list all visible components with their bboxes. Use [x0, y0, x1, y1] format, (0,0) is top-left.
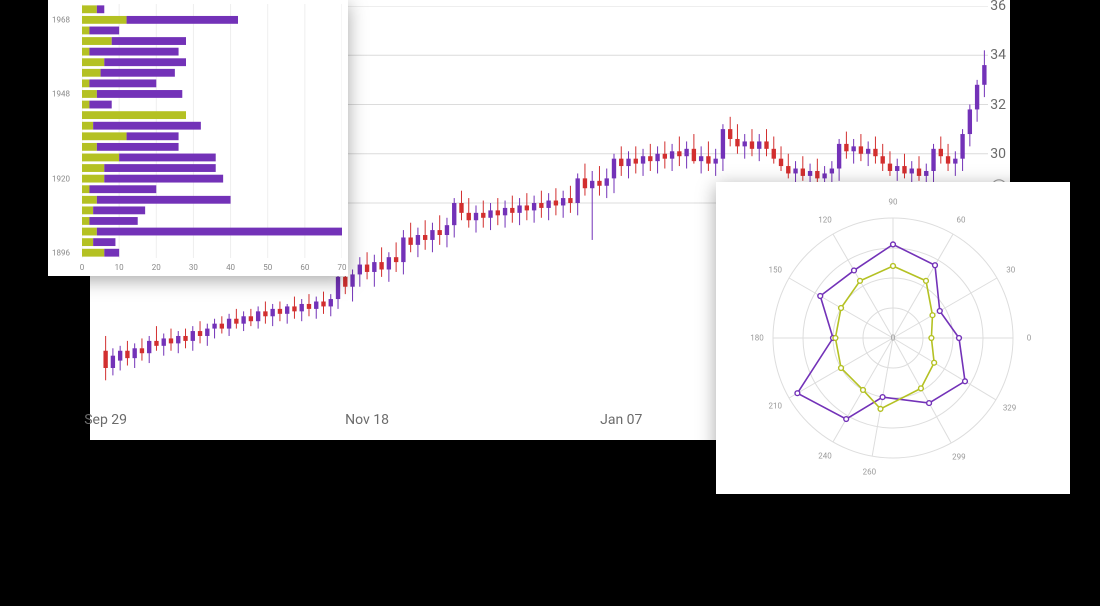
x-tick: 20 [152, 263, 161, 272]
angle-label: 30 [1006, 266, 1015, 275]
angle-label: 150 [768, 266, 782, 275]
y-tick: 1968 [52, 15, 70, 24]
x-tick: 50 [263, 263, 272, 272]
stacked-bar-plot[interactable] [82, 4, 342, 258]
x-tick: 30 [189, 263, 198, 272]
x-tick: Sep 29 [84, 412, 127, 428]
y-tick: 1896 [52, 248, 70, 257]
angle-label: 260 [863, 467, 877, 476]
angle-label: 120 [818, 216, 832, 225]
angle-label: 299 [952, 452, 966, 461]
angle-label: 60 [957, 216, 966, 225]
angle-label: 329 [1003, 404, 1017, 413]
x-tick: 10 [115, 263, 124, 272]
angle-label: 240 [818, 451, 832, 460]
y-tick: 36 [990, 0, 1006, 14]
angle-label: 0 [1027, 334, 1032, 343]
x-tick: 60 [300, 263, 309, 272]
angle-label: 210 [768, 402, 782, 411]
y-tick: 34 [990, 47, 1006, 63]
angle-label: 0 [891, 334, 896, 343]
x-tick: Jan 07 [600, 412, 642, 428]
y-tick: 32 [990, 97, 1006, 113]
y-tick: 30 [990, 146, 1006, 162]
x-tick: Nov 18 [345, 412, 389, 428]
stacked-bar-chart-card: 1968 1948 1920 1896 0 10 20 30 40 50 60 70 [48, 0, 348, 276]
angle-label: 90 [889, 198, 898, 207]
y-tick: 1948 [52, 89, 70, 98]
radar-chart-card: 0 30 60 90 120 150 180 210 240 260 299 329 0 [716, 182, 1070, 494]
angle-label: 180 [750, 334, 764, 343]
y-tick: 1920 [52, 174, 70, 183]
x-tick: 0 [80, 263, 85, 272]
x-tick: 70 [338, 263, 347, 272]
x-tick: 40 [226, 263, 235, 272]
